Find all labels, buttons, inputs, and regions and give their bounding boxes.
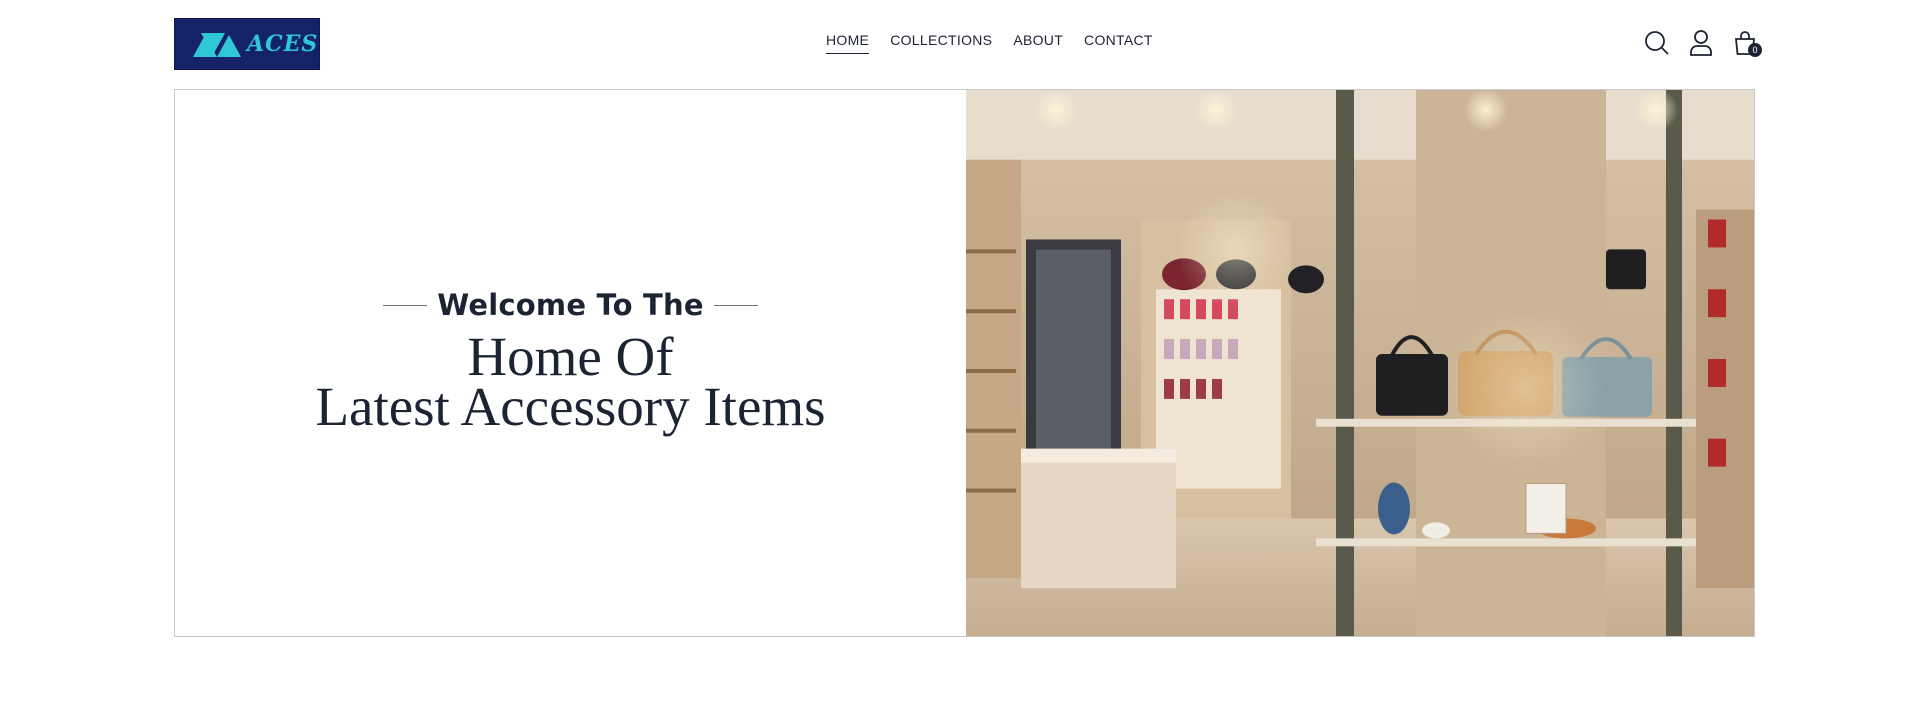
hero-banner: Welcome To The Home Of Latest Accessory … <box>174 89 1755 637</box>
user-icon <box>1690 30 1712 56</box>
site-header: ACES HOME COLLECTIONS ABOUT CONTACT 0 <box>0 0 1920 90</box>
hero-text-panel: Welcome To The Home Of Latest Accessory … <box>175 90 966 636</box>
hero-heading-line2: Latest Accessory Items <box>315 376 826 437</box>
store-interior-image <box>966 90 1754 636</box>
nav-contact[interactable]: CONTACT <box>1084 32 1153 54</box>
hero-subheading: Welcome To The <box>175 288 966 322</box>
search-button[interactable] <box>1642 28 1672 58</box>
header-actions: 0 <box>1642 28 1774 58</box>
cart-count-badge: 0 <box>1748 43 1762 57</box>
subheading-left-rule <box>383 304 428 306</box>
nav-about[interactable]: ABOUT <box>1013 32 1063 54</box>
hero-heading: Home Of Latest Accessory Items <box>175 329 966 434</box>
hero-text: Welcome To The Home Of Latest Accessory … <box>175 288 966 434</box>
brand-logo[interactable]: ACES <box>174 18 320 70</box>
hero-subheading-text: Welcome To The <box>437 288 704 322</box>
search-icon <box>1645 31 1669 55</box>
logo-mark-icon <box>193 33 241 57</box>
subheading-right-rule <box>713 304 758 306</box>
account-button[interactable] <box>1686 28 1716 58</box>
cart-button[interactable]: 0 <box>1730 28 1762 58</box>
brand-name: ACES <box>247 31 319 57</box>
nav-collections[interactable]: COLLECTIONS <box>890 32 992 54</box>
nav-home[interactable]: HOME <box>826 32 870 54</box>
main-nav: HOME COLLECTIONS ABOUT CONTACT <box>826 32 1174 54</box>
